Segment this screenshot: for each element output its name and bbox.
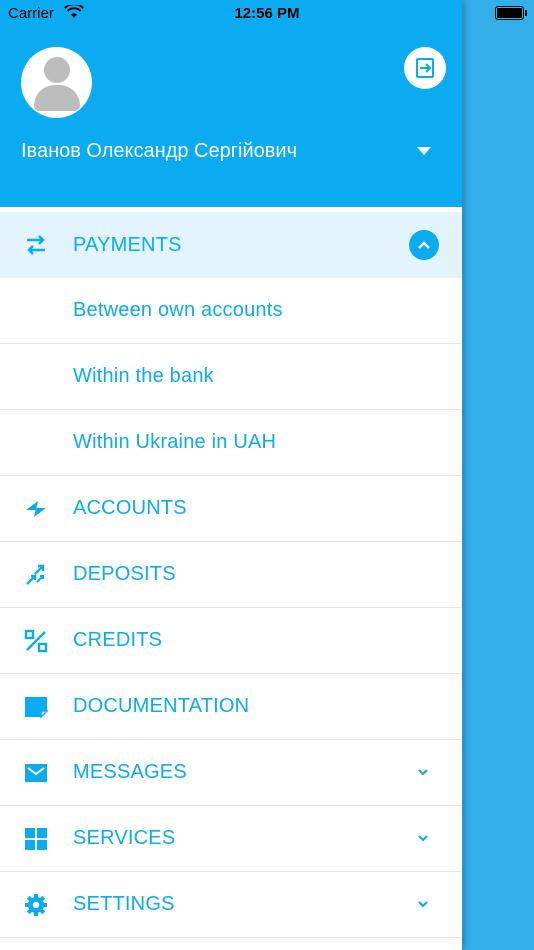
logout-button[interactable] [404,47,446,89]
menu-label-settings: SETTINGS [73,893,175,915]
submenu-label: Within Ukraine in UAH [73,431,277,453]
status-time: 12:56 PM [234,5,300,22]
grid-icon [25,828,47,850]
submenu-label: Between own accounts [73,299,283,321]
submenu-item-own-accounts[interactable]: Between own accounts [0,278,462,344]
submenu-item-within-ukraine[interactable]: Within Ukraine in UAH [0,410,462,476]
chevron-down-icon[interactable] [416,899,430,909]
menu-item-settings[interactable]: SETTINGS [0,872,462,938]
submenu-item-within-bank[interactable]: Within the bank [0,344,462,410]
chevron-down-icon[interactable] [416,767,430,777]
menu-label-services: SERVICES [73,827,176,849]
accounts-icon [26,501,46,517]
avatar-body [34,85,80,111]
transfer-arrows-icon [27,235,45,255]
logout-icon [416,58,434,78]
menu-label-credits: CREDITS [73,629,163,651]
envelope-icon [25,764,47,782]
drawer-backdrop[interactable] [462,0,534,950]
menu-list: PAYMENTS Between own accounts Within the… [0,212,462,938]
menu-item-payments[interactable]: PAYMENTS [0,212,462,278]
gear-icon [25,894,47,916]
menu-label-accounts: ACCOUNTS [73,497,187,519]
menu-label-messages: MESSAGES [73,761,187,783]
chevron-down-icon[interactable] [416,833,430,843]
document-icon [25,697,48,719]
menu-label-payments: PAYMENTS [73,233,182,256]
battery-icon [495,6,527,20]
navigation-drawer: Іванов Олександр Сергійович PAYMENTS Bet… [0,0,462,950]
menu-item-messages[interactable]: MESSAGES [0,740,462,806]
menu-item-accounts[interactable]: ACCOUNTS [0,476,462,542]
menu-item-services[interactable]: SERVICES [0,806,462,872]
menu-item-credits[interactable]: CREDITS [0,608,462,674]
user-name[interactable]: Іванов Олександр Сергійович [21,140,297,163]
chevron-up-icon [418,241,430,249]
status-bar: Carrier 12:56 PM [0,0,534,28]
deposits-arrows-icon [26,564,45,585]
drawer-header: Іванов Олександр Сергійович [0,0,462,207]
menu-item-documentation[interactable]: DOCUMENTATION [0,674,462,740]
submenu-label: Within the bank [73,365,214,387]
caret-down-icon[interactable] [417,147,431,155]
collapse-button[interactable] [409,230,439,260]
menu-label-documentation: DOCUMENTATION [73,695,250,717]
menu-label-deposits: DEPOSITS [73,563,176,585]
percent-icon [24,629,48,653]
menu-item-deposits[interactable]: DEPOSITS [0,542,462,608]
avatar-head [44,57,70,83]
avatar[interactable] [21,47,92,118]
